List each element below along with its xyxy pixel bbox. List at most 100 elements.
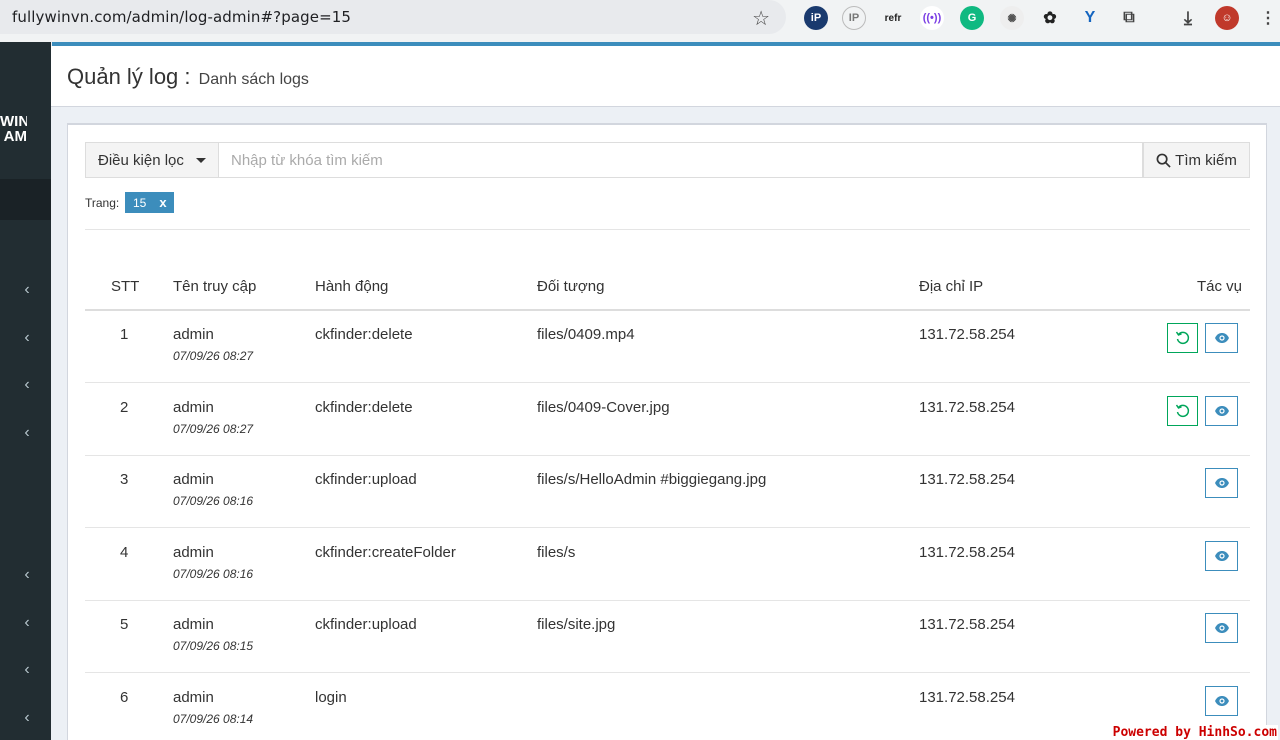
bookmark-star-icon[interactable]: ☆ [752,6,770,31]
row-object: files/0409.mp4 [537,326,635,343]
page-subtitle: Danh sách logs [198,71,309,88]
row-object: files/0409-Cover.jpg [537,399,670,416]
caret-down-icon [195,157,206,163]
view-button[interactable] [1205,613,1238,643]
eye-icon [1214,696,1229,706]
row-time: 07/09/26 08:16 [173,494,254,508]
address-bar[interactable]: fullywinvn.com/admin/log-admin#?page=15 … [0,0,786,34]
download-icon[interactable]: ⤓ [1176,6,1200,30]
row-ip: 131.72.58.254 [919,544,1015,561]
eye-icon [1214,623,1229,633]
sidebar-chevron-left-icon[interactable]: ‹ [20,661,34,678]
log-list-box: Điều kiện lọc Tìm kiếm Trang: 15 x STT T… [67,123,1267,740]
row-time: 07/09/26 08:15 [173,639,254,653]
y-extension-icon[interactable]: Y [1078,6,1102,30]
page-filter-value: 15 [133,195,147,210]
filter-dropdown-label: Điều kiện lọc [98,151,184,169]
table-row: 1 admin 07/09/26 08:27 ckfinder:delete f… [85,311,1250,383]
eye-icon [1214,406,1229,416]
filter-condition-dropdown[interactable]: Điều kiện lọc [85,142,219,178]
row-user: admin [173,689,214,706]
search-button[interactable]: Tìm kiếm [1143,142,1250,178]
sidebar-chevron-left-icon[interactable]: ‹ [20,376,34,393]
column-header-tasks: Tác vụ [1197,278,1243,295]
page-title: Quản lý log : Danh sách logs [67,64,309,90]
row-object: files/s [537,544,576,561]
puzzle-extensions-icon[interactable]: ⧉ [1117,6,1141,30]
column-header-object: Đối tượng [537,278,605,295]
row-stt: 3 [120,471,129,488]
logo[interactable]: WIN AM [0,114,27,144]
view-button[interactable] [1205,396,1238,426]
row-time: 07/09/26 08:14 [173,712,254,726]
menu-kebab-icon[interactable]: ⋮ [1256,6,1280,30]
row-stt: 6 [120,689,129,706]
row-user: admin [173,326,214,343]
undo-icon [1175,331,1189,345]
row-object: files/site.jpg [537,616,616,633]
page-filter-tag: 15 x [125,192,174,213]
view-button[interactable] [1205,541,1238,571]
browser-toolbar: fullywinvn.com/admin/log-admin#?page=15 … [0,0,1280,42]
row-time: 07/09/26 08:27 [173,349,254,363]
signal-extension-icon[interactable]: ((•)) [920,6,944,30]
page-filter-label: Trang: [85,196,120,210]
column-header-stt: STT [111,278,140,295]
search-button-label: Tìm kiếm [1175,151,1237,169]
row-action: ckfinder:upload [315,471,417,488]
eye-icon [1214,478,1229,488]
ip-extension-icon[interactable]: iP [804,6,828,30]
row-user: admin [173,544,214,561]
row-ip: 131.72.58.254 [919,326,1015,343]
view-button[interactable] [1205,468,1238,498]
row-object: files/s/HelloAdmin #biggiegang.jpg [537,471,767,488]
logo-line-1: WIN [0,114,27,130]
grammar-extension-icon[interactable]: G [960,6,984,30]
row-action: login [315,689,347,706]
remove-page-filter-icon[interactable]: x [159,195,166,210]
page-title-text: Quản lý log : [67,64,191,89]
sidebar-chevron-left-icon[interactable]: ‹ [20,709,34,726]
divider [85,229,1250,230]
sidebar: WIN AM ‹ ‹ ‹ ‹ ‹ ‹ ‹ ‹ [0,42,51,740]
table-row: 6 admin 07/09/26 08:14 login 131.72.58.2… [85,674,1250,740]
row-action: ckfinder:delete [315,399,413,416]
row-action: ckfinder:createFolder [315,544,456,561]
search-icon [1156,153,1171,168]
table-row: 5 admin 07/09/26 08:15 ckfinder:upload f… [85,601,1250,673]
restore-button[interactable] [1167,323,1198,353]
sidebar-chevron-left-icon[interactable]: ‹ [20,614,34,631]
sidebar-chevron-left-icon[interactable]: ‹ [20,566,34,583]
restore-button[interactable] [1167,396,1198,426]
row-user: admin [173,471,214,488]
eye-icon [1214,551,1229,561]
row-stt: 1 [120,326,129,343]
view-button[interactable] [1205,323,1238,353]
sidebar-active-item[interactable] [0,179,51,220]
refresh-extension-icon[interactable]: refr [880,6,906,30]
content-header: Quản lý log : Danh sách logs [51,46,1280,107]
eye-icon [1214,333,1229,343]
openai-extension-icon[interactable]: ✿ [1038,6,1062,30]
sidebar-chevron-left-icon[interactable]: ‹ [20,281,34,298]
profile-avatar-icon[interactable]: ☺ [1215,6,1239,30]
url-text[interactable]: fullywinvn.com/admin/log-admin#?page=15 [12,8,351,26]
ip-lookup-extension-icon[interactable]: IP [842,6,866,30]
row-time: 07/09/26 08:16 [173,567,254,581]
search-input[interactable] [219,142,1143,178]
row-user: admin [173,616,214,633]
sidebar-chevron-left-icon[interactable]: ‹ [20,424,34,441]
column-header-user: Tên truy cập [173,278,257,295]
column-header-action: Hành động [315,278,389,295]
row-stt: 2 [120,399,129,416]
watermark: Powered by HinhSo.com [1111,725,1278,740]
row-action: ckfinder:delete [315,326,413,343]
row-ip: 131.72.58.254 [919,689,1015,706]
column-header-ip: Địa chỉ IP [919,278,984,295]
sidebar-chevron-left-icon[interactable]: ‹ [20,329,34,346]
table-row: 3 admin 07/09/26 08:16 ckfinder:upload f… [85,456,1250,528]
gear-extension-icon[interactable]: ✺ [1000,6,1024,30]
view-button[interactable] [1205,686,1238,716]
row-stt: 4 [120,544,129,561]
row-ip: 131.72.58.254 [919,471,1015,488]
